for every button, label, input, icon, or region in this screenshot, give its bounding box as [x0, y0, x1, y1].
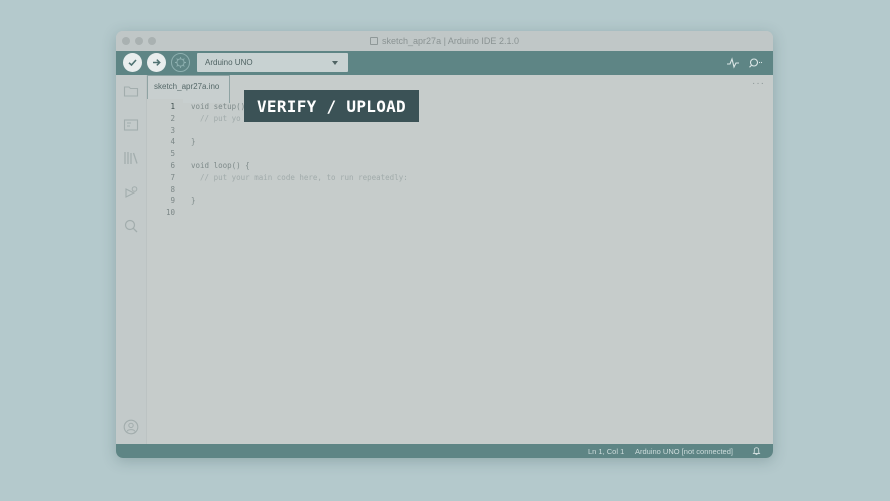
board-status[interactable]: Arduino UNO [not connected]	[635, 447, 733, 456]
code-line: void loop() {	[191, 161, 250, 170]
line-number: 5	[170, 149, 175, 158]
serial-monitor-button[interactable]	[748, 55, 764, 71]
check-icon	[128, 59, 137, 67]
line-number: 8	[170, 185, 175, 194]
magnifier-dots-icon	[749, 58, 763, 68]
more-actions-button[interactable]: ···	[752, 78, 765, 89]
line-number: 4	[170, 137, 175, 146]
sidebar-item-search[interactable]	[123, 218, 139, 234]
notifications-button[interactable]	[752, 446, 761, 458]
title-bar: sketch_apr27a | Arduino IDE 2.1.0	[116, 31, 773, 52]
document-icon	[370, 37, 379, 45]
arrow-right-icon	[153, 59, 161, 66]
tab-label: sketch_apr27a.ino	[154, 82, 220, 91]
line-number: 2	[170, 114, 175, 123]
window-title: sketch_apr27a | Arduino IDE 2.1.0	[382, 36, 519, 46]
search-icon	[124, 219, 138, 233]
sidebar-item-boards-manager[interactable]	[123, 117, 139, 133]
line-number: 10	[165, 208, 175, 217]
profile-button[interactable]	[123, 419, 139, 435]
code-editor[interactable]: void setup() { // put yo } void loop() {…	[183, 99, 773, 444]
sidebar-item-library-manager[interactable]	[123, 150, 139, 166]
code-line: // put your main code here, to run repea…	[191, 173, 408, 182]
line-number: 3	[170, 126, 175, 135]
line-number: 7	[170, 173, 175, 182]
verify-upload-callout: VERIFY / UPLOAD	[244, 90, 419, 122]
board-selector[interactable]: Arduino UNO	[197, 53, 348, 72]
editor-tab-bar: sketch_apr27a.ino ···	[147, 75, 773, 103]
sidebar-item-sketchbook[interactable]	[123, 83, 139, 99]
code-line: }	[191, 137, 196, 146]
folder-icon	[123, 86, 139, 97]
line-number-gutter: 1 2 3 4 5 6 7 8 9 10	[147, 99, 183, 444]
debug-button[interactable]	[171, 53, 190, 72]
chevron-down-icon	[332, 61, 338, 65]
line-number: 9	[170, 196, 175, 205]
status-bar: Ln 1, Col 1 Arduino UNO [not connected]	[116, 444, 773, 458]
verify-button[interactable]	[123, 53, 142, 72]
debug-icon	[125, 186, 138, 198]
cursor-position[interactable]: Ln 1, Col 1	[588, 447, 624, 456]
debugger-icon	[175, 57, 186, 68]
board-selector-label: Arduino UNO	[205, 58, 253, 67]
library-icon	[124, 152, 138, 164]
profile-icon	[123, 419, 139, 435]
sidebar-item-debug[interactable]	[123, 184, 139, 200]
window-title-wrap: sketch_apr27a | Arduino IDE 2.1.0	[116, 31, 773, 51]
line-number: 1	[170, 102, 175, 111]
code-line: }	[191, 196, 196, 205]
pulse-icon	[727, 57, 739, 69]
upload-button[interactable]	[147, 53, 166, 72]
toolbar: Arduino UNO	[116, 51, 773, 75]
serial-plotter-button[interactable]	[725, 55, 741, 71]
line-number: 6	[170, 161, 175, 170]
board-icon	[123, 119, 139, 131]
ide-window: sketch_apr27a | Arduino IDE 2.1.0 Arduin…	[116, 31, 773, 458]
code-line: // put yo	[191, 114, 241, 123]
bell-icon	[752, 447, 761, 455]
activity-sidebar	[116, 75, 147, 444]
